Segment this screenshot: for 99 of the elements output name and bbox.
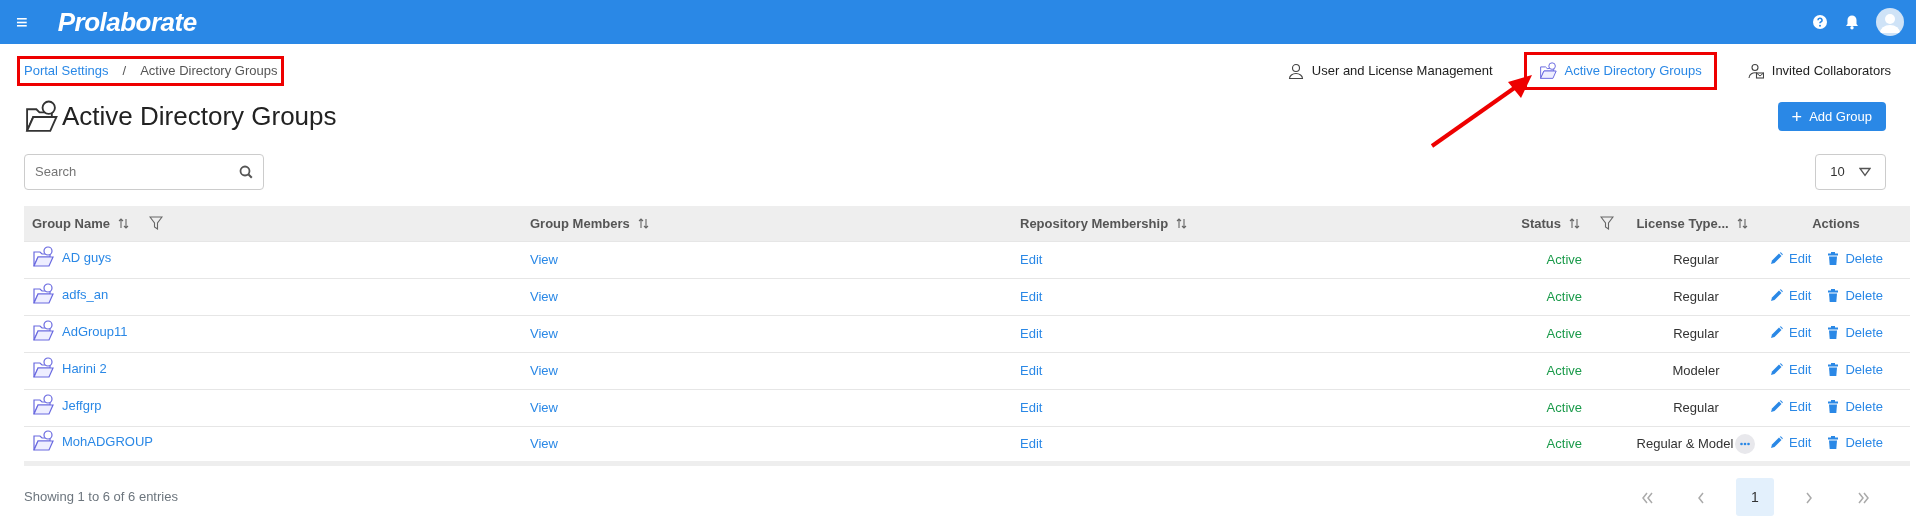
- edit-repository-link[interactable]: Edit: [1020, 326, 1043, 342]
- status-text: Active: [1546, 436, 1582, 452]
- breadcrumb-separator: /: [122, 62, 127, 80]
- group-name-link[interactable]: adfs_an: [62, 284, 109, 304]
- column-header[interactable]: Group Name: [32, 213, 110, 233]
- sort-icon[interactable]: [637, 217, 649, 229]
- caret-icon: [1858, 166, 1871, 177]
- group-name-link[interactable]: AdGroup11: [62, 321, 128, 341]
- view-members-link[interactable]: View: [530, 252, 558, 268]
- avatar-icon[interactable]: [1876, 8, 1904, 36]
- trash-icon: [1827, 436, 1840, 450]
- menu-button[interactable]: ≡: [12, 12, 32, 32]
- group-folder-icon: [32, 320, 54, 343]
- edit-repository-link[interactable]: Edit: [1020, 363, 1043, 379]
- column-header[interactable]: Repository Membership: [1020, 213, 1169, 233]
- entries-summary: Showing 1 to 6 of 6 entries: [24, 488, 178, 507]
- license-type-text: Regular: [1673, 399, 1719, 418]
- tab[interactable]: Active Directory Groups: [1523, 52, 1717, 90]
- view-members-link[interactable]: View: [530, 436, 558, 452]
- user-silhouette-icon: [1879, 11, 1901, 33]
- view-members-link[interactable]: View: [530, 326, 558, 342]
- status-text: Active: [1546, 289, 1582, 305]
- folder-icon: [24, 99, 58, 134]
- delete-button[interactable]: Delete: [1827, 360, 1883, 380]
- ellipsis-icon: [1740, 442, 1751, 446]
- delete-button[interactable]: Delete: [1827, 249, 1883, 269]
- edit-repository-link[interactable]: Edit: [1020, 436, 1043, 452]
- page-size-select[interactable]: 10: [1815, 153, 1886, 190]
- license-type-text: Modeler: [1672, 362, 1720, 381]
- group-folder-icon: [32, 394, 54, 417]
- trash-icon: [1827, 289, 1840, 303]
- delete-button[interactable]: Delete: [1827, 323, 1883, 343]
- edit-repository-link[interactable]: Edit: [1020, 400, 1043, 416]
- edit-button[interactable]: Edit: [1770, 360, 1812, 380]
- chevron-icon: [1856, 490, 1870, 505]
- filter-icon[interactable]: [1600, 216, 1614, 231]
- status-text: Active: [1546, 252, 1582, 268]
- pencil-icon: [1770, 252, 1783, 266]
- user-icon: [1287, 62, 1304, 79]
- sort-icon[interactable]: [1176, 217, 1188, 229]
- edit-repository-link[interactable]: Edit: [1020, 289, 1043, 305]
- delete-button[interactable]: Delete: [1827, 433, 1883, 453]
- trash-icon: [1827, 400, 1840, 414]
- column-header: Actions: [1812, 214, 1860, 233]
- brand-logo: Prolaborate: [57, 5, 197, 39]
- pencil-icon: [1770, 436, 1783, 450]
- edit-repository-link[interactable]: Edit: [1020, 252, 1043, 268]
- tab[interactable]: Invited Collaborators: [1732, 52, 1906, 90]
- group-name-link[interactable]: MohADGROUP: [62, 431, 154, 451]
- user-envelope-icon: [1747, 62, 1764, 79]
- pencil-icon: [1770, 363, 1783, 377]
- group-folder-icon: [32, 283, 54, 306]
- search-field[interactable]: Search: [24, 153, 264, 190]
- sort-icon[interactable]: [1569, 217, 1580, 229]
- filter-icon[interactable]: [149, 216, 163, 231]
- bell-icon[interactable]: [1844, 14, 1860, 30]
- group-folder-icon: [32, 430, 54, 453]
- view-members-link[interactable]: View: [530, 400, 558, 416]
- trash-icon: [1827, 326, 1840, 340]
- tab[interactable]: User and License Management: [1272, 52, 1508, 90]
- breadcrumb-current: Active Directory Groups: [140, 62, 278, 80]
- edit-button[interactable]: Edit: [1770, 397, 1812, 417]
- edit-button[interactable]: Edit: [1770, 433, 1812, 453]
- view-members-link[interactable]: View: [530, 289, 558, 305]
- view-members-link[interactable]: View: [530, 363, 558, 379]
- column-header[interactable]: Group Members: [530, 213, 630, 233]
- edit-button[interactable]: Edit: [1770, 286, 1812, 306]
- group-name-link[interactable]: Jeffgrp: [62, 395, 102, 415]
- folder-icon: [1538, 61, 1557, 80]
- column-header[interactable]: Status: [1521, 213, 1561, 233]
- chevron-icon: [1640, 490, 1654, 505]
- group-name-link[interactable]: Harini 2: [62, 358, 107, 378]
- search-icon[interactable]: [239, 164, 253, 179]
- page-number-button[interactable]: 1: [1736, 478, 1774, 516]
- page-title: Active Directory Groups: [62, 100, 337, 133]
- breadcrumb-link[interactable]: Portal Settings: [24, 61, 109, 81]
- license-type-text: Regular: [1673, 251, 1719, 270]
- sort-icon[interactable]: [1736, 217, 1748, 229]
- edit-button[interactable]: Edit: [1770, 323, 1812, 343]
- delete-button[interactable]: Delete: [1827, 286, 1883, 306]
- pencil-icon: [1770, 400, 1783, 414]
- edit-button[interactable]: Edit: [1770, 249, 1812, 269]
- status-text: Active: [1546, 363, 1582, 379]
- delete-button[interactable]: Delete: [1827, 397, 1883, 417]
- pencil-icon: [1770, 326, 1783, 340]
- help-icon[interactable]: [1812, 14, 1828, 30]
- pencil-icon: [1770, 289, 1783, 303]
- license-type-text: Regular: [1673, 325, 1719, 344]
- group-folder-icon: [32, 246, 54, 269]
- status-text: Active: [1546, 400, 1582, 416]
- group-folder-icon: [32, 357, 54, 380]
- trash-icon: [1827, 252, 1840, 266]
- status-text: Active: [1546, 326, 1582, 342]
- license-type-text: Regular: [1673, 288, 1719, 307]
- license-type-text: Regular & Model: [1636, 435, 1734, 454]
- sort-icon[interactable]: [118, 217, 129, 229]
- group-name-link[interactable]: AD guys: [62, 247, 112, 267]
- add-group-button[interactable]: + Add Group: [1777, 101, 1886, 132]
- trash-icon: [1827, 363, 1840, 377]
